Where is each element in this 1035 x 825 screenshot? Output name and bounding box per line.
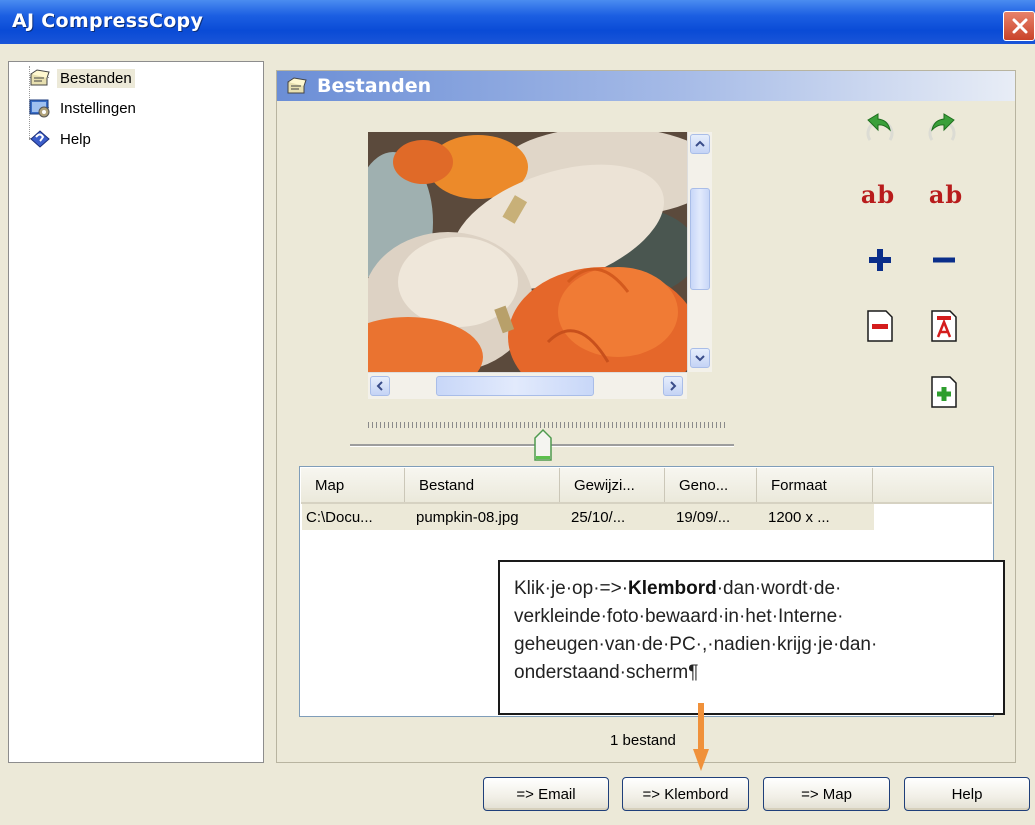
annotation-callout: Klik·je·op·=>·Klembord·dan·wordt·de· ver… <box>498 560 1005 715</box>
ab-text-icon: ab <box>860 179 896 209</box>
horizontal-scrollbar[interactable] <box>368 372 687 399</box>
bestanden-icon <box>287 77 307 94</box>
add-file-icon <box>931 376 957 408</box>
title-bar: AJ CompressCopy <box>0 0 1035 44</box>
pdf-text-button[interactable] <box>924 306 964 346</box>
klembord-button[interactable]: => Klembord <box>622 777 749 811</box>
navigation-tree: Bestanden Instellingen Help <box>8 61 264 763</box>
panel-header: Bestanden <box>277 71 1015 101</box>
minus-icon <box>933 257 955 263</box>
vertical-scroll-thumb[interactable] <box>690 188 710 290</box>
close-icon <box>1012 18 1028 34</box>
pdf-text-icon <box>931 310 957 342</box>
column-header-map[interactable]: Map <box>301 468 405 502</box>
scroll-up-button[interactable] <box>690 134 710 154</box>
column-header-gewijzigd[interactable]: Gewijzi... <box>560 468 665 502</box>
annotation-arrow-icon <box>693 703 709 771</box>
app-window: AJ CompressCopy Bestanden Instellingen H… <box>0 0 1035 825</box>
add-file-button[interactable] <box>924 372 964 412</box>
chevron-left-icon <box>376 381 383 391</box>
tree-item-bestanden[interactable]: Bestanden <box>30 67 135 89</box>
column-header-genomen[interactable]: Geno... <box>665 468 757 502</box>
help-button[interactable]: Help <box>904 777 1030 811</box>
pumpkin-photo <box>368 132 687 372</box>
scroll-left-button[interactable] <box>370 376 390 396</box>
rotate-right-button[interactable] <box>922 110 962 150</box>
bestanden-icon <box>30 69 50 86</box>
instellingen-icon <box>29 99 50 118</box>
ab-text-button[interactable]: ab <box>848 174 908 214</box>
tree-item-instellingen[interactable]: Instellingen <box>29 97 139 119</box>
cell-formaat: 1200 x ... <box>768 508 830 526</box>
rotate-left-icon <box>866 113 894 141</box>
callout-text-before: Klik·je·op·=>· <box>514 578 629 599</box>
image-tools: ab ab <box>860 110 990 420</box>
panel-title: Bestanden <box>317 75 432 97</box>
cell-genomen: 19/09/... <box>676 508 731 526</box>
email-button[interactable]: => Email <box>483 777 609 811</box>
zoom-out-button[interactable] <box>924 240 964 280</box>
callout-text-bold: Klembord <box>628 578 717 599</box>
help-icon <box>30 130 50 148</box>
file-list-header: Map Bestand Gewijzi... Geno... Formaat <box>301 468 992 504</box>
chevron-up-icon <box>695 140 705 147</box>
tree-item-label: Help <box>60 130 91 148</box>
chevron-right-icon <box>670 381 677 391</box>
zoom-in-button[interactable] <box>860 240 900 280</box>
rotate-left-button[interactable] <box>860 110 900 150</box>
slider-thumb[interactable] <box>533 428 553 462</box>
ab-text-icon: ab <box>928 179 964 209</box>
window-title: AJ CompressCopy <box>12 10 204 32</box>
remove-file-button[interactable] <box>860 306 900 346</box>
plus-icon <box>869 249 891 271</box>
zoom-slider[interactable] <box>350 418 734 468</box>
close-button[interactable] <box>1003 11 1035 41</box>
tree-item-label: Bestanden <box>57 68 135 88</box>
tree-item-label: Instellingen <box>60 99 136 117</box>
map-button[interactable]: => Map <box>763 777 890 811</box>
image-preview <box>368 132 716 402</box>
cell-bestand: pumpkin-08.jpg <box>416 508 519 526</box>
ab-text-button[interactable]: ab <box>916 174 976 214</box>
tree-item-help[interactable]: Help <box>30 128 94 150</box>
scroll-down-button[interactable] <box>690 348 710 368</box>
column-header-formaat[interactable]: Formaat <box>757 468 873 502</box>
cell-gewijzigd: 25/10/... <box>571 508 626 526</box>
table-row[interactable]: C:\Docu... pumpkin-08.jpg 25/10/... 19/0… <box>302 504 874 530</box>
scroll-right-button[interactable] <box>663 376 683 396</box>
callout-text: Klik·je·op·=>·Klembord·dan·wordt·de· ver… <box>514 575 994 687</box>
status-text: 1 bestand <box>610 732 676 749</box>
cell-map: C:\Docu... <box>306 508 373 526</box>
chevron-down-icon <box>695 355 705 362</box>
vertical-scrollbar[interactable] <box>687 132 712 372</box>
scroll-corner <box>687 372 711 398</box>
horizontal-scroll-thumb[interactable] <box>436 376 594 396</box>
rotate-right-icon <box>928 113 956 141</box>
column-header-bestand[interactable]: Bestand <box>405 468 560 502</box>
remove-file-icon <box>867 310 893 342</box>
